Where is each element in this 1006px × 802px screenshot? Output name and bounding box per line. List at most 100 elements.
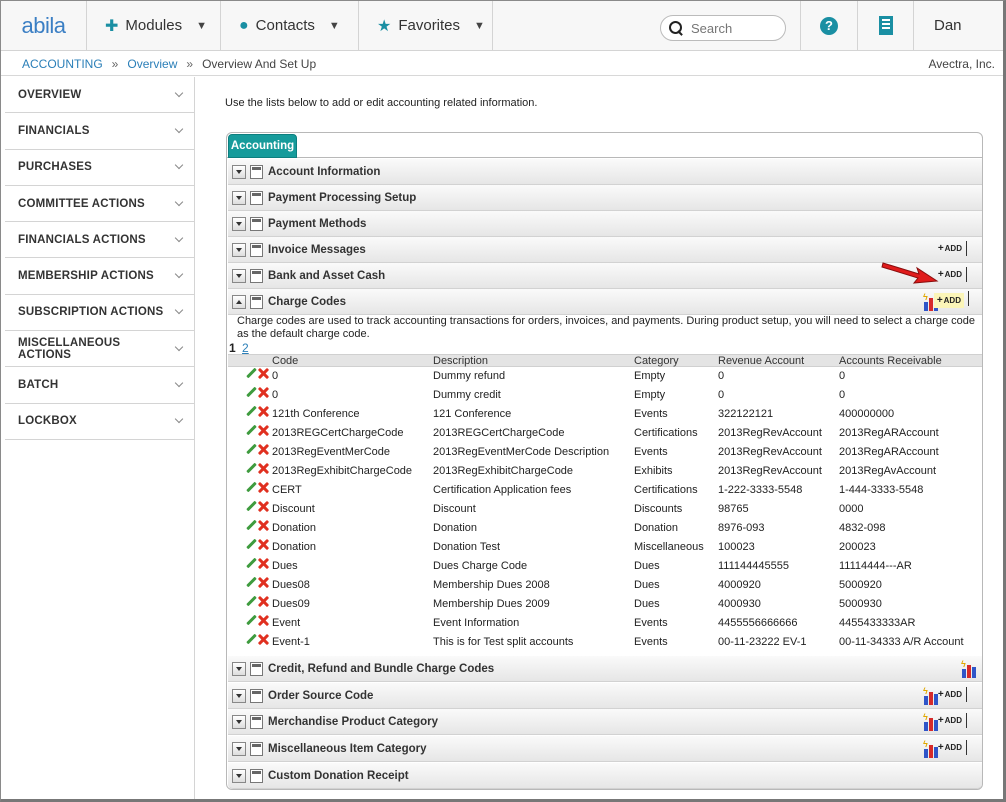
- cell-code[interactable]: Dues08: [272, 577, 310, 594]
- sidebar-item-batch[interactable]: BATCH: [5, 367, 194, 404]
- user-menu[interactable]: Dan: [914, 1, 1003, 50]
- expand-toggle[interactable]: [232, 768, 246, 783]
- organization-button[interactable]: [858, 1, 914, 50]
- edit-pencil-icon[interactable]: [246, 387, 256, 397]
- edit-pencil-icon[interactable]: [246, 615, 256, 625]
- column-header-accounts-receivable[interactable]: Accounts Receivable: [839, 355, 942, 367]
- expand-toggle[interactable]: [232, 268, 246, 283]
- cell-code[interactable]: 2013REGCertChargeCode: [272, 425, 403, 442]
- edit-pencil-icon[interactable]: [246, 406, 256, 416]
- column-header-revenue-account[interactable]: Revenue Account: [718, 355, 804, 367]
- cell-code[interactable]: Event-1: [272, 634, 310, 651]
- add-button[interactable]: + ADD: [938, 687, 968, 702]
- column-header-code[interactable]: Code: [272, 355, 298, 367]
- sidebar-item-financials[interactable]: FINANCIALS: [5, 113, 194, 150]
- section-title[interactable]: Payment Methods: [268, 218, 366, 230]
- modules-menu[interactable]: ✚ Modules ▼: [87, 1, 221, 50]
- edit-pencil-icon[interactable]: [246, 558, 256, 568]
- cell-code[interactable]: 121th Conference: [272, 406, 359, 423]
- edit-pencil-icon[interactable]: [246, 482, 256, 492]
- edit-pencil-icon[interactable]: [246, 520, 256, 530]
- delete-x-icon[interactable]: [258, 387, 269, 398]
- tab-accounting[interactable]: Accounting: [228, 134, 297, 158]
- add-charge-code-button[interactable]: + ADD: [933, 291, 970, 308]
- page-icon[interactable]: [250, 294, 263, 309]
- sidebar-item-membership-actions[interactable]: MEMBERSHIP ACTIONS: [5, 258, 194, 295]
- breadcrumb-overview[interactable]: Overview: [127, 57, 177, 71]
- edit-pencil-icon[interactable]: [246, 577, 256, 587]
- delete-x-icon[interactable]: [258, 501, 269, 512]
- delete-x-icon[interactable]: [258, 634, 269, 645]
- search-input[interactable]: [691, 20, 781, 36]
- edit-pencil-icon[interactable]: [246, 444, 256, 454]
- expand-toggle[interactable]: [232, 714, 246, 729]
- contacts-menu[interactable]: ● Contacts ▼: [221, 1, 359, 50]
- delete-x-icon[interactable]: [258, 368, 269, 379]
- delete-x-icon[interactable]: [258, 577, 269, 588]
- page-icon[interactable]: [250, 242, 263, 257]
- edit-pencil-icon[interactable]: [246, 425, 256, 435]
- sidebar-item-committee-actions[interactable]: COMMITTEE ACTIONS: [5, 186, 194, 223]
- delete-x-icon[interactable]: [258, 596, 269, 607]
- expand-toggle[interactable]: [232, 661, 246, 676]
- page-icon[interactable]: [250, 714, 263, 729]
- delete-x-icon[interactable]: [258, 482, 269, 493]
- page-icon[interactable]: [250, 216, 263, 231]
- page-icon[interactable]: [250, 768, 263, 783]
- sidebar-item-subscription-actions[interactable]: SUBSCRIPTION ACTIONS: [5, 295, 194, 332]
- delete-x-icon[interactable]: [258, 444, 269, 455]
- delete-x-icon[interactable]: [258, 463, 269, 474]
- page-icon[interactable]: [250, 741, 263, 756]
- sidebar-item-overview[interactable]: OVERVIEW: [5, 77, 194, 114]
- cell-code[interactable]: Dues: [272, 558, 298, 575]
- collapse-toggle[interactable]: [232, 294, 246, 309]
- cell-code[interactable]: 2013RegEventMerCode: [272, 444, 390, 461]
- expand-toggle[interactable]: [232, 216, 246, 231]
- cell-code[interactable]: CERT: [272, 482, 302, 499]
- delete-x-icon[interactable]: [258, 539, 269, 550]
- breadcrumb-accounting[interactable]: ACCOUNTING: [22, 57, 103, 71]
- expand-toggle[interactable]: [232, 688, 246, 703]
- add-button[interactable]: + ADD: [938, 713, 968, 728]
- cell-code[interactable]: 0: [272, 387, 278, 404]
- column-header-category[interactable]: Category: [634, 355, 679, 367]
- help-button[interactable]: ?: [801, 1, 858, 50]
- section-title[interactable]: Credit, Refund and Bundle Charge Codes: [268, 663, 494, 675]
- add-button[interactable]: + ADD: [938, 740, 968, 755]
- expand-toggle[interactable]: [232, 242, 246, 257]
- search-box[interactable]: [660, 15, 786, 41]
- expand-toggle[interactable]: [232, 741, 246, 756]
- favorites-menu[interactable]: ★ Favorites ▼: [359, 1, 493, 50]
- section-title[interactable]: Order Source Code: [268, 690, 373, 702]
- section-title[interactable]: Miscellaneous Item Category: [268, 743, 427, 755]
- section-title[interactable]: Custom Donation Receipt: [268, 770, 409, 782]
- page-2-link[interactable]: 2: [242, 341, 249, 355]
- expand-toggle[interactable]: [232, 164, 246, 179]
- sidebar-item-financials-actions[interactable]: FINANCIALS ACTIONS: [5, 222, 194, 259]
- section-title[interactable]: Bank and Asset Cash: [268, 270, 385, 282]
- cell-code[interactable]: Dues09: [272, 596, 310, 613]
- add-button[interactable]: + ADD: [938, 241, 968, 256]
- page-icon[interactable]: [250, 688, 263, 703]
- edit-pencil-icon[interactable]: [246, 596, 256, 606]
- report-chart-icon[interactable]: ϟ: [961, 659, 978, 678]
- cell-code[interactable]: Donation: [272, 539, 316, 556]
- delete-x-icon[interactable]: [258, 406, 269, 417]
- section-title[interactable]: Invoice Messages: [268, 244, 366, 256]
- cell-code[interactable]: 0: [272, 368, 278, 385]
- page-icon[interactable]: [250, 164, 263, 179]
- page-icon[interactable]: [250, 190, 263, 205]
- cell-code[interactable]: 2013RegExhibitChargeCode: [272, 463, 412, 480]
- edit-pencil-icon[interactable]: [246, 501, 256, 511]
- page-icon[interactable]: [250, 268, 263, 283]
- section-title[interactable]: Merchandise Product Category: [268, 716, 438, 728]
- sidebar-item-lockbox[interactable]: LOCKBOX: [5, 404, 194, 440]
- edit-pencil-icon[interactable]: [246, 463, 256, 473]
- edit-pencil-icon[interactable]: [246, 539, 256, 549]
- delete-x-icon[interactable]: [258, 520, 269, 531]
- sidebar-item-purchases[interactable]: PURCHASES: [5, 150, 194, 186]
- page-icon[interactable]: [250, 661, 263, 676]
- expand-toggle[interactable]: [232, 190, 246, 205]
- abila-logo[interactable]: abila: [1, 1, 87, 50]
- section-title[interactable]: Account Information: [268, 166, 380, 178]
